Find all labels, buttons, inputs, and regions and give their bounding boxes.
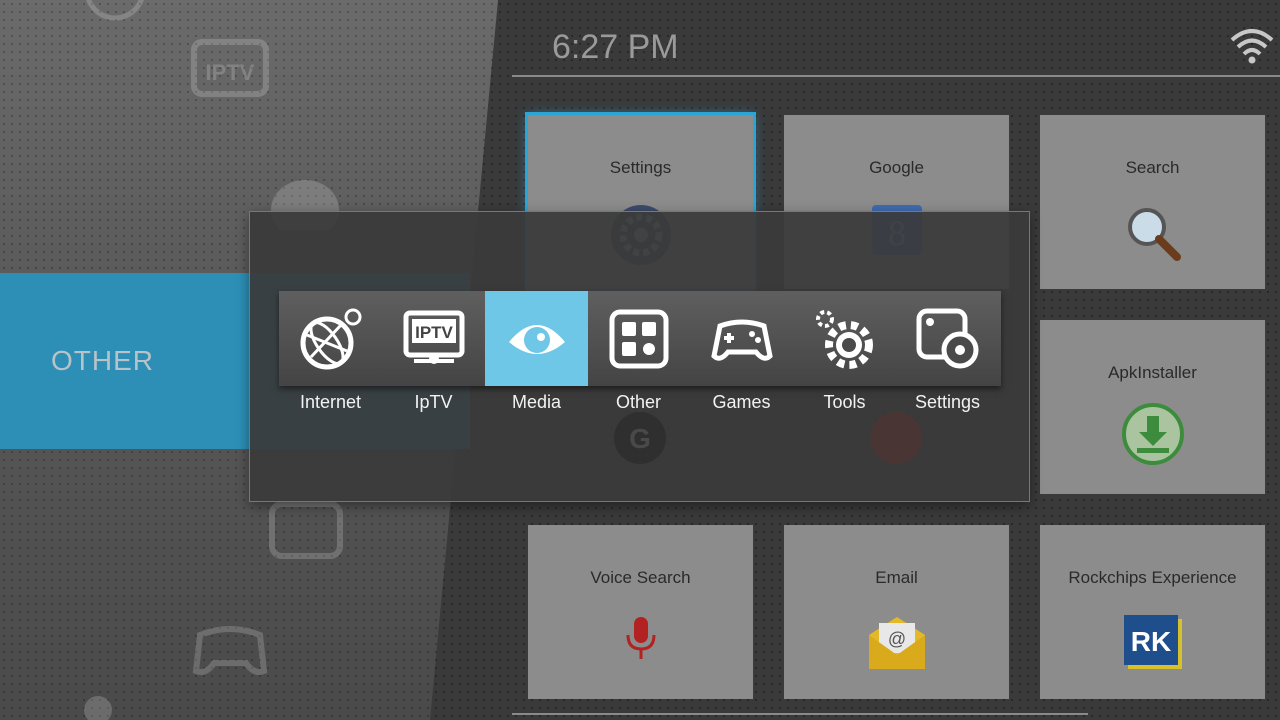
tools-icon	[84, 696, 112, 720]
menu-label-internet: Internet	[299, 392, 362, 412]
apk-installer-icon	[1121, 403, 1184, 465]
app-tile-email[interactable]: Email @	[784, 525, 1009, 699]
app-tile-voice-search[interactable]: Voice Search	[528, 525, 753, 699]
contacts-icon	[870, 412, 922, 464]
tile-label: Rockchips Experience	[1068, 568, 1237, 587]
wifi-icon	[1230, 29, 1274, 64]
header-divider	[512, 75, 1280, 77]
search-icon	[1127, 208, 1181, 261]
settings-cog-icon	[916, 308, 978, 368]
app-tile-rockchips[interactable]: Rockchips Experience RK	[1040, 525, 1265, 699]
menu-item-internet[interactable]	[279, 291, 382, 386]
menu-label-tools: Tools	[823, 392, 866, 412]
google-settings-icon: G	[614, 412, 666, 464]
eye-icon	[508, 324, 565, 354]
menu-label-other: Other	[615, 392, 662, 412]
svg-text:G: G	[629, 423, 651, 454]
app-tile-search[interactable]: Search	[1040, 115, 1265, 289]
rk-icon: RK	[1123, 615, 1182, 669]
clock: 6:27 PM	[552, 28, 679, 66]
footer-divider	[512, 713, 1088, 715]
menu-item-tools[interactable]	[793, 291, 896, 386]
grid-icon	[609, 309, 668, 368]
menu-item-games[interactable]	[690, 291, 793, 386]
tile-label: Google	[869, 158, 924, 177]
menu-label-settings: Settings	[914, 392, 981, 412]
menu-item-iptv[interactable]: IPTV	[382, 291, 485, 386]
tile-label: ApkInstaller	[1108, 363, 1197, 382]
svg-text:IPTV: IPTV	[415, 323, 453, 342]
menu-item-other[interactable]	[587, 291, 690, 386]
globe-icon	[300, 308, 361, 369]
tile-label: Voice Search	[590, 568, 691, 587]
tile-label: Search	[1125, 158, 1180, 177]
tile-label: Settings	[609, 158, 672, 177]
menu-label-media: Media	[511, 392, 562, 412]
gamepad-icon	[192, 626, 268, 675]
gamepad-icon	[710, 319, 773, 361]
iptv-icon: IPTV	[403, 310, 464, 364]
grid-icon	[269, 501, 343, 559]
svg-text:IPTV: IPTV	[206, 60, 255, 85]
microphone-icon	[626, 617, 655, 659]
menu-item-settings[interactable]	[896, 291, 999, 386]
globe-icon	[86, 0, 144, 21]
email-icon: @	[868, 617, 925, 669]
iptv-icon: IPTV	[191, 39, 269, 97]
menu-label-games: Games	[712, 392, 771, 412]
svg-text:@: @	[887, 629, 905, 649]
svg-text:RK: RK	[1130, 626, 1170, 657]
app-tile-apkinstaller[interactable]: ApkInstaller	[1040, 320, 1265, 494]
menu-label-iptv: IpTV	[414, 392, 453, 412]
tile-label: Email	[875, 568, 918, 587]
gear-icon	[815, 309, 873, 369]
menu-item-media[interactable]	[485, 291, 588, 386]
category-label: OTHER	[51, 345, 154, 376]
